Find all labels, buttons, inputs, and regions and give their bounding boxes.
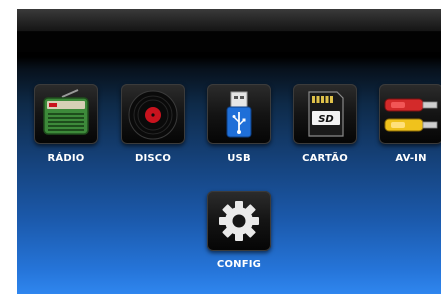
usb-button[interactable] [207, 84, 271, 144]
usb-drive-icon [226, 91, 252, 138]
card-label: CARTÃO [302, 153, 348, 164]
vinyl-disc-icon [128, 90, 178, 140]
radio-button[interactable] [34, 84, 98, 144]
header-band [17, 32, 441, 52]
rca-cables-icon [384, 98, 438, 132]
head-unit-screen: RÁDIO DISCO USB SD CARTÃO AV-IN CONFIG [17, 9, 441, 294]
card-button[interactable]: SD [293, 84, 357, 144]
gear-icon [219, 201, 259, 241]
radio-label: RÁDIO [47, 153, 85, 164]
disc-label: DISCO [134, 153, 172, 164]
disc-button[interactable] [121, 84, 185, 144]
config-button[interactable] [207, 191, 271, 251]
usb-label: USB [227, 153, 251, 164]
svg-text:SD: SD [318, 114, 334, 125]
config-label: CONFIG [216, 259, 262, 270]
sd-card-icon: SD [308, 91, 344, 137]
top-status-bar [17, 9, 441, 32]
av-in-button[interactable] [379, 84, 441, 144]
radio-icon [43, 89, 89, 135]
av-in-label: AV-IN [395, 153, 427, 164]
